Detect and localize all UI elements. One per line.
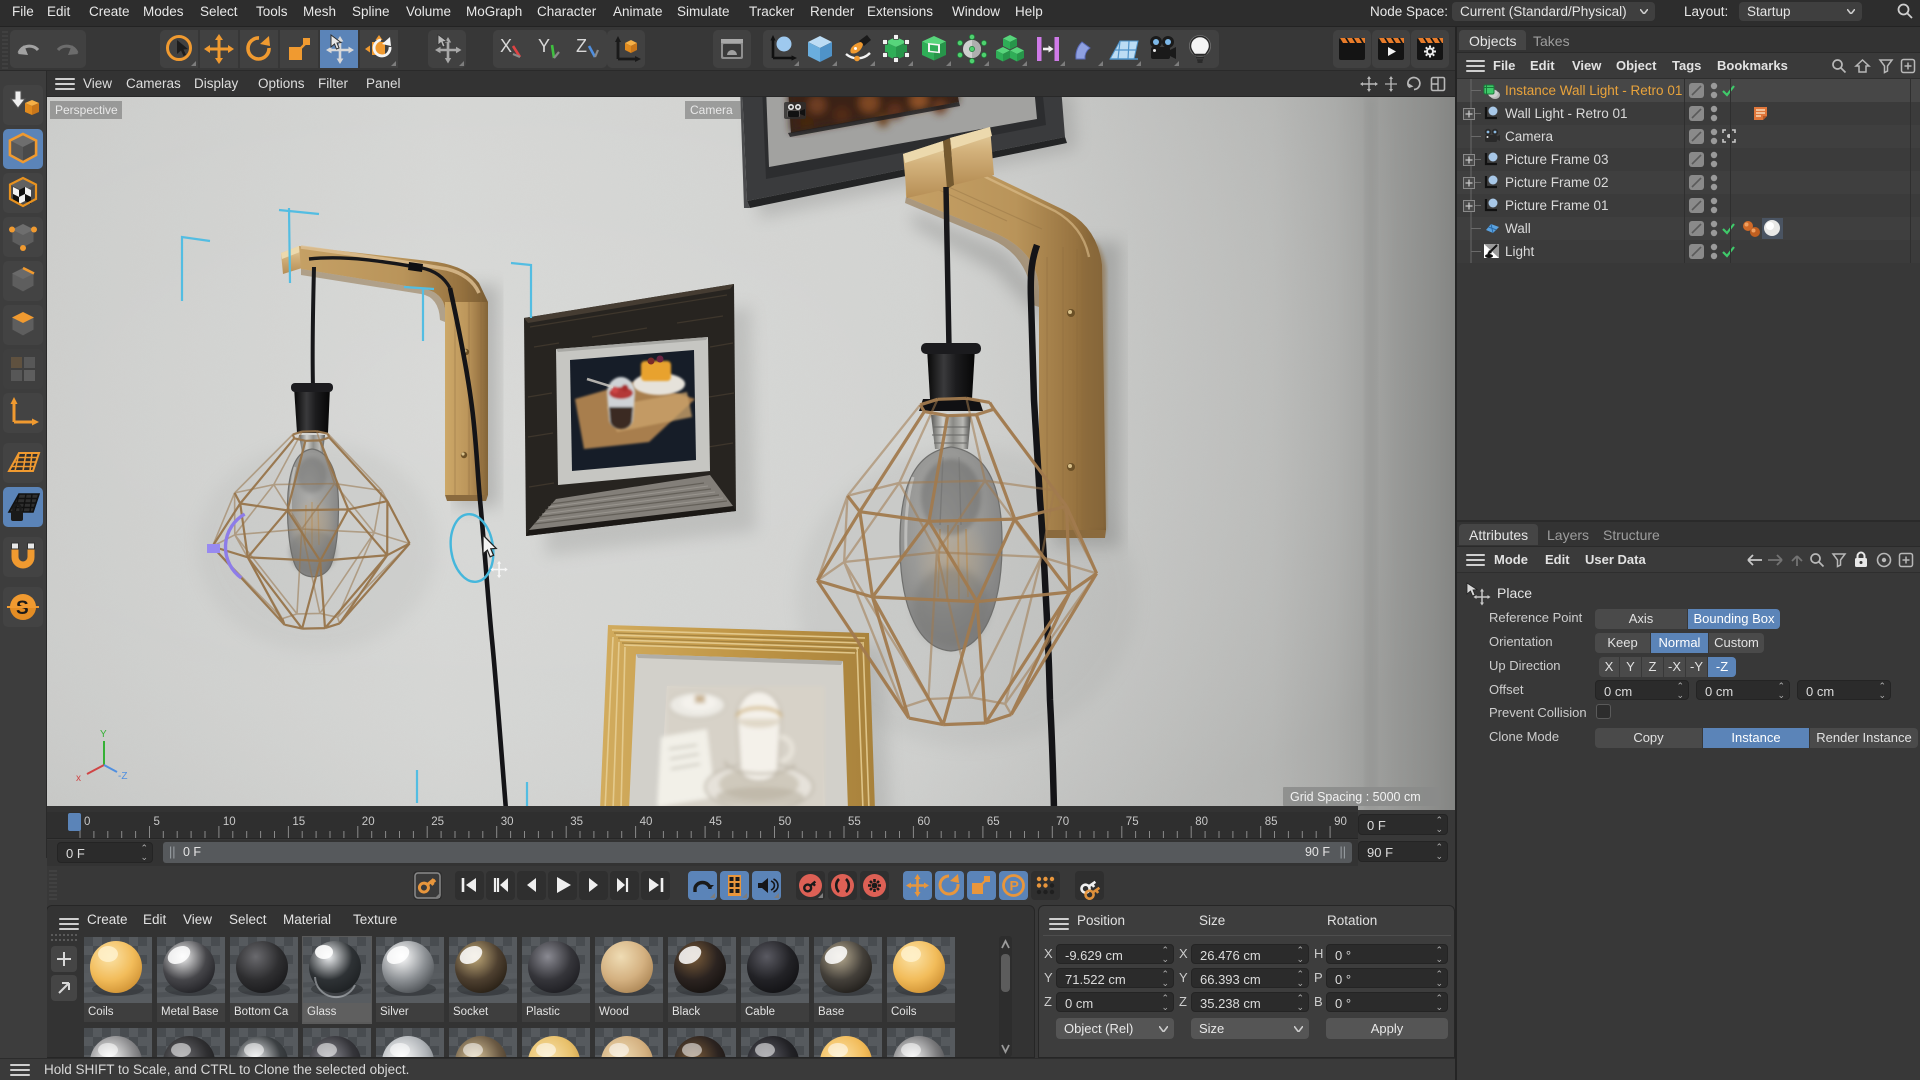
svg-text:90: 90 [1334,816,1347,828]
svg-text:P: P [1010,878,1019,894]
svg-text:20: 20 [362,816,375,828]
svg-text:Z: Z [576,36,587,56]
svg-text:S: S [16,598,29,619]
svg-text:0: 0 [84,816,90,828]
svg-text:25: 25 [431,816,444,828]
svg-text:Y: Y [100,729,107,740]
svg-text:X: X [500,36,512,56]
svg-text:Camera: Camera [690,103,733,117]
svg-text:50: 50 [779,816,792,828]
svg-text:x: x [76,773,81,784]
svg-text:75: 75 [1126,816,1139,828]
svg-text:40: 40 [640,816,653,828]
svg-text:80: 80 [1195,816,1208,828]
svg-text:35: 35 [570,816,583,828]
svg-text:30: 30 [501,816,514,828]
svg-text:85: 85 [1265,816,1278,828]
svg-text:15: 15 [292,816,305,828]
svg-text:55: 55 [848,816,861,828]
svg-text:Perspective: Perspective [55,103,118,117]
svg-text:45: 45 [709,816,722,828]
svg-text:60: 60 [917,816,930,828]
svg-text:10: 10 [223,816,236,828]
svg-text:70: 70 [1056,816,1069,828]
svg-text:Y: Y [538,36,550,56]
svg-text:Grid Spacing : 5000 cm: Grid Spacing : 5000 cm [1290,790,1421,804]
svg-text:-Z: -Z [118,771,127,782]
svg-text:5: 5 [154,816,160,828]
svg-text:65: 65 [987,816,1000,828]
